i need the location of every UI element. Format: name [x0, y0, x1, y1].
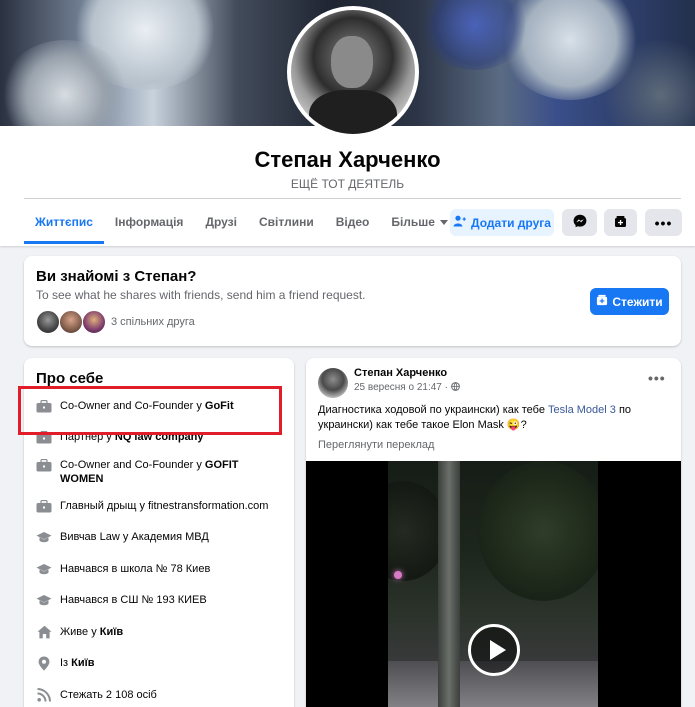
- post-author[interactable]: Степан Харченко: [354, 367, 447, 379]
- list-item: Стежать 2 108 осіб: [36, 688, 286, 702]
- know-card-text: To see what he shares with friends, send…: [36, 288, 366, 302]
- post-text-end: ?: [520, 419, 527, 431]
- about-item-label: Живе у: [60, 626, 100, 638]
- messenger-icon: [573, 214, 587, 231]
- about-item-text: Із Київ: [60, 656, 95, 670]
- tab-friends[interactable]: Друзі: [194, 200, 248, 244]
- about-item-text: Co-Owner and Co-Founder у GOFIT WOMEN: [60, 458, 260, 486]
- add-friend-label: Додати друга: [471, 215, 551, 230]
- profile-picture[interactable]: [287, 6, 419, 138]
- about-item-text: Живе у Київ: [60, 625, 123, 639]
- briefcase-icon: [36, 458, 52, 472]
- graduation-cap-icon: [36, 593, 52, 607]
- video-player[interactable]: [306, 461, 681, 707]
- follow-icon: [596, 294, 608, 309]
- post-options-button[interactable]: •••: [648, 370, 666, 386]
- list-item: Главный дрыщ у fitnestransformation.com: [36, 499, 286, 513]
- about-title: Про себе: [36, 370, 104, 387]
- tab-photos[interactable]: Світлини: [248, 200, 325, 244]
- list-item: Із Київ: [36, 656, 286, 671]
- briefcase-icon: [36, 499, 52, 513]
- message-button[interactable]: [562, 209, 597, 236]
- avatar: [82, 310, 106, 334]
- follow-button[interactable]: Стежити: [590, 288, 669, 315]
- mutual-friends[interactable]: 3 спільних друга: [36, 310, 195, 334]
- about-item-link[interactable]: Київ: [100, 626, 123, 638]
- about-item-label: Навчався в СШ № 193 КИЕВ: [60, 594, 207, 606]
- avatar[interactable]: [318, 368, 348, 398]
- mutual-friends-count: 3 спільних друга: [111, 316, 195, 328]
- post-card: Степан Харченко 25 вересня о 21:47 · •••…: [306, 358, 681, 707]
- avatar: [59, 310, 83, 334]
- post-date[interactable]: 25 вересня о 21:47 ·: [354, 382, 451, 393]
- location-pin-icon: [36, 656, 52, 671]
- follow-icon: [614, 215, 627, 231]
- rss-icon: [36, 688, 52, 702]
- list-item: Навчався в СШ № 193 КИЕВ: [36, 593, 286, 607]
- friend-request-card: Ви знайомі з Степан? To see what he shar…: [24, 256, 681, 346]
- about-item-text: Навчався в школа № 78 Киев: [60, 562, 210, 576]
- graduation-cap-icon: [36, 530, 52, 544]
- tab-more[interactable]: Більше: [380, 200, 459, 244]
- see-translation-link[interactable]: Переглянути переклад: [318, 439, 434, 451]
- follow-icon-button[interactable]: [604, 209, 637, 236]
- list-item: Навчався в школа № 78 Киев: [36, 562, 286, 576]
- list-item: Co-Owner and Co-Founder у GOFIT WOMEN: [36, 458, 286, 486]
- post-link[interactable]: Tesla Model 3: [548, 404, 616, 416]
- about-item-link[interactable]: Київ: [71, 657, 94, 669]
- home-icon: [36, 625, 52, 639]
- follow-button-label: Стежити: [612, 294, 663, 309]
- about-item-text: Вивчав Law у Академия МВД: [60, 530, 209, 544]
- post-text: Диагностика ходовой по украински) как те…: [318, 403, 658, 433]
- globe-icon: [450, 382, 460, 393]
- about-item-label: Із: [60, 657, 72, 669]
- avatar: [36, 310, 60, 334]
- about-item-label: Главный дрыщ у fitnestransformation.com: [60, 500, 269, 512]
- profile-name: Степан Харченко: [254, 147, 441, 172]
- chevron-down-icon: [439, 220, 448, 226]
- tab-timeline[interactable]: Життєпис: [24, 200, 104, 244]
- profile-subtitle: ЕЩЁ ТОТ ДЕЯТЕЛЬ: [290, 177, 405, 191]
- tab-videos[interactable]: Відео: [325, 200, 381, 244]
- more-options-button[interactable]: •••: [645, 209, 682, 236]
- about-item-label: Стежать 2 108 осіб: [60, 689, 157, 701]
- about-item-label: Вивчав Law у Академия МВД: [60, 531, 209, 543]
- post-meta: 25 вересня о 21:47 ·: [354, 382, 460, 393]
- about-item-label: Co-Owner and Co-Founder у: [60, 459, 205, 471]
- about-item-text: Стежать 2 108 осіб: [60, 688, 157, 702]
- list-item: Живе у Київ: [36, 625, 286, 639]
- about-item-text: Навчався в СШ № 193 КИЕВ: [60, 593, 207, 607]
- profile-header: Степан Харченко ЕЩЁ ТОТ ДЕЯТЕЛЬ Життєпис…: [0, 0, 695, 246]
- highlight-box: [18, 386, 282, 435]
- list-item: Вивчав Law у Академия МВД: [36, 530, 286, 544]
- emoji: 😜: [506, 419, 521, 431]
- header-divider: [24, 198, 681, 199]
- about-item-text: Главный дрыщ у fitnestransformation.com: [60, 499, 268, 513]
- tab-about[interactable]: Інформація: [104, 200, 195, 244]
- tab-more-label: Більше: [391, 215, 435, 229]
- graduation-cap-icon: [36, 562, 52, 576]
- play-icon[interactable]: [468, 624, 520, 676]
- know-card-title: Ви знайомі з Степан?: [36, 268, 197, 285]
- post-text-part: Диагностика ходовой по украински) как те…: [318, 404, 549, 416]
- about-item-label: Навчався в школа № 78 Киев: [60, 563, 211, 575]
- profile-tabs: Життєпис Інформація Друзі Світлини Відео…: [24, 200, 459, 244]
- add-friend-button[interactable]: Додати друга: [450, 209, 554, 236]
- add-friend-icon: [453, 215, 466, 230]
